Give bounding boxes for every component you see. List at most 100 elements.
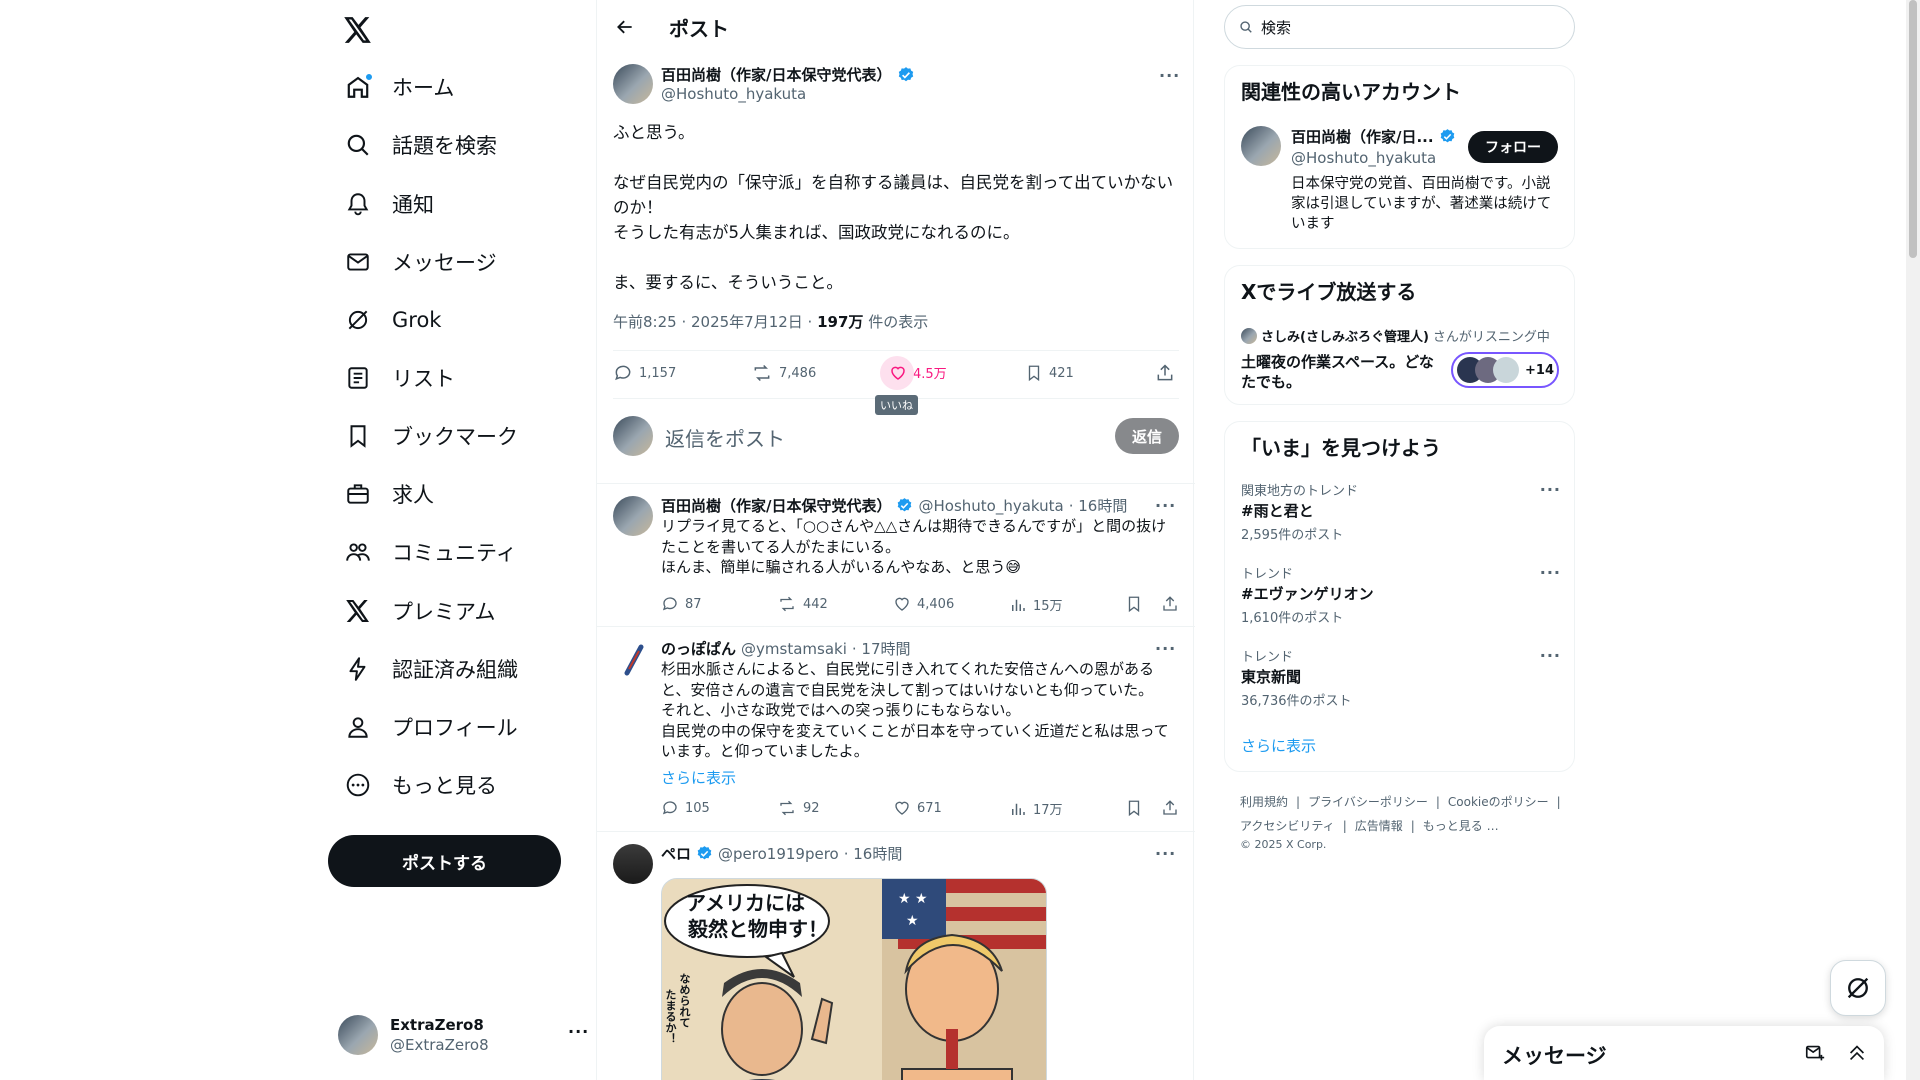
footer-link[interactable]: 広告情報 — [1355, 819, 1403, 833]
nav-lists[interactable]: リスト — [334, 353, 465, 403]
views-action[interactable]: 15万 — [1009, 595, 1063, 614]
share-icon[interactable] — [1155, 363, 1175, 383]
like-action[interactable]: 4.5万 — [880, 355, 947, 390]
author-handle[interactable]: @Hoshuto_hyakuta — [661, 85, 806, 103]
nav-more[interactable]: もっと見る — [334, 760, 507, 810]
like-action[interactable]: 671 — [893, 799, 942, 817]
reply-action[interactable]: 87 — [661, 595, 702, 613]
scrollbar-thumb[interactable] — [1909, 0, 1917, 258]
author-name-row[interactable]: 百田尚樹（作家/日本保守党代表） — [661, 64, 915, 85]
repost-action[interactable]: 442 — [777, 595, 828, 613]
reply-author-name[interactable]: 百田尚樹（作家/日本保守党代表） — [661, 495, 891, 516]
reply-time[interactable]: · 16時間 — [1069, 495, 1128, 516]
chevron-up-icon[interactable] — [1846, 1042, 1868, 1064]
nav-communities[interactable]: コミュニティ — [334, 527, 527, 577]
reply-author-handle[interactable]: @ymstamsaki — [741, 640, 847, 658]
trends-show-more[interactable]: さらに表示 — [1241, 735, 1316, 756]
post-button[interactable]: ポストする — [328, 835, 561, 887]
related-name-row[interactable]: 百田尚樹（作家/日... — [1291, 126, 1456, 147]
messages-drawer[interactable]: メッセージ — [1484, 1026, 1884, 1080]
reply-tweet[interactable]: ペロ @pero1919pero · 16時間 ··· ★ ★ ★ アメリカには… — [597, 832, 1195, 1080]
reply-more-icon[interactable]: ··· — [1155, 844, 1176, 863]
space-listeners[interactable]: +14 — [1451, 352, 1559, 388]
nav-explore[interactable]: 話題を検索 — [334, 120, 507, 170]
reply-tweet[interactable]: 百田尚樹（作家/日本保守党代表） @Hoshuto_hyakuta · 16時間… — [597, 484, 1195, 626]
bookmark-icon[interactable] — [1125, 595, 1143, 613]
views-action[interactable]: 17万 — [1009, 799, 1063, 818]
avatar[interactable] — [613, 496, 653, 536]
scrollbar[interactable] — [1906, 0, 1920, 1080]
like-action[interactable]: 4,406 — [893, 595, 954, 613]
bookmark-icon — [1025, 363, 1043, 383]
back-arrow-icon[interactable] — [611, 13, 639, 41]
post-more-icon[interactable]: ··· — [1159, 66, 1180, 85]
footer-link[interactable]: もっと見る … — [1423, 819, 1499, 833]
reply-author-handle[interactable]: @pero1919pero — [718, 845, 839, 863]
repost-action[interactable]: 7,486 — [751, 363, 816, 383]
trend-more-icon[interactable]: ··· — [1540, 480, 1561, 499]
trend-item[interactable]: トレンド #エヴァンゲリオン 1,610件のポスト ··· — [1241, 563, 1561, 626]
footer-link[interactable]: アクセシビリティ — [1240, 819, 1335, 833]
new-message-icon[interactable] — [1804, 1042, 1826, 1064]
nav-label: Grok — [392, 308, 442, 332]
bookmark-icon[interactable] — [1125, 799, 1143, 817]
nav-messages[interactable]: メッセージ — [334, 237, 507, 287]
trend-item[interactable]: 関東地方のトレンド #雨と君と 2,595件のポスト ··· — [1241, 480, 1561, 543]
trend-more-icon[interactable]: ··· — [1540, 646, 1561, 665]
nav-verified-orgs[interactable]: 認証済み組織 — [334, 644, 528, 694]
bookmark-icon — [344, 422, 372, 450]
share-icon[interactable] — [1161, 595, 1179, 613]
bookmark-action[interactable]: 421 — [1025, 363, 1074, 383]
nav-label: コミュニティ — [392, 541, 517, 565]
left-navigation: ホーム 話題を検索 通知 メッセージ Grok リスト ブックマーク 求人 コミ… — [328, 0, 596, 1080]
reply-author-name[interactable]: ペロ — [661, 843, 691, 864]
live-spaces-card: Xでライブ放送する さしみ(さしみぶろぐ管理人) さんがリスニング中 土曜夜の作… — [1224, 265, 1575, 405]
nav-bookmarks[interactable]: ブックマーク — [334, 411, 528, 461]
share-icon[interactable] — [1161, 799, 1179, 817]
repost-action[interactable]: 92 — [777, 799, 820, 817]
related-account-handle[interactable]: @Hoshuto_hyakuta — [1291, 149, 1436, 167]
reply-header: 百田尚樹（作家/日本保守党代表） @Hoshuto_hyakuta · 16時間 — [661, 495, 1127, 516]
repost-count: 442 — [803, 596, 828, 612]
nav-notifications[interactable]: 通知 — [334, 179, 444, 229]
nav-profile[interactable]: プロフィール — [334, 702, 528, 752]
nav-grok[interactable]: Grok — [334, 295, 451, 345]
reply-author-handle[interactable]: @Hoshuto_hyakuta — [918, 497, 1063, 515]
avatar[interactable] — [613, 639, 653, 679]
avatar — [1241, 327, 1257, 344]
account-switcher[interactable]: ExtraZero8 @ExtraZero8 ··· — [338, 1010, 588, 1060]
reply-time[interactable]: · 16時間 — [844, 843, 903, 864]
show-more-link[interactable]: さらに表示 — [661, 767, 736, 788]
nav-home[interactable]: ホーム — [334, 62, 464, 112]
avatar[interactable] — [1241, 126, 1281, 166]
trend-category: トレンド — [1241, 567, 1294, 582]
nav-jobs[interactable]: 求人 — [334, 469, 444, 519]
space-title[interactable]: 土曜夜の作業スペース。どなたでも。 — [1241, 352, 1441, 392]
like-count: 4,406 — [917, 596, 955, 612]
reply-author-name[interactable]: のっぽぱん — [661, 638, 736, 659]
more-dots-icon[interactable]: ··· — [568, 1022, 589, 1041]
follow-button[interactable]: フォロー — [1468, 131, 1558, 163]
footer-link[interactable]: プライバシーポリシー — [1308, 795, 1428, 809]
trend-more-icon[interactable]: ··· — [1540, 563, 1561, 582]
nav-label: 求人 — [392, 483, 434, 507]
trend-item[interactable]: トレンド 東京新聞 36,736件のポスト ··· — [1241, 646, 1561, 709]
footer-link[interactable]: 利用規約 — [1240, 795, 1288, 809]
reply-more-icon[interactable]: ··· — [1155, 639, 1176, 658]
reply-action[interactable]: 105 — [661, 799, 710, 817]
nav-premium[interactable]: プレミアム — [334, 586, 506, 636]
avatar[interactable] — [613, 844, 653, 884]
reply-button[interactable]: 返信 — [1115, 418, 1179, 454]
search-input[interactable]: 検索 — [1224, 5, 1575, 49]
reply-input[interactable]: 返信をポスト — [665, 423, 785, 452]
grok-float-button[interactable] — [1830, 960, 1886, 1016]
reply-more-icon[interactable]: ··· — [1155, 496, 1176, 515]
reply-action[interactable]: 1,157 — [613, 363, 676, 383]
reply-time[interactable]: · 17時間 — [852, 638, 911, 659]
reply-tweet[interactable]: のっぽぱん @ymstamsaki · 17時間 ··· 杉田水脈さんによると、… — [597, 627, 1195, 831]
post-time[interactable]: 午前8:25 · 2025年7月12日 · — [613, 313, 817, 331]
x-logo-icon[interactable] — [338, 10, 378, 50]
avatar[interactable] — [613, 64, 653, 104]
post-image[interactable]: ★ ★ ★ アメリカには 毅然と物申す！ なめられて たまるか！ — [661, 878, 1047, 1080]
footer-link[interactable]: Cookieのポリシー — [1448, 795, 1549, 809]
